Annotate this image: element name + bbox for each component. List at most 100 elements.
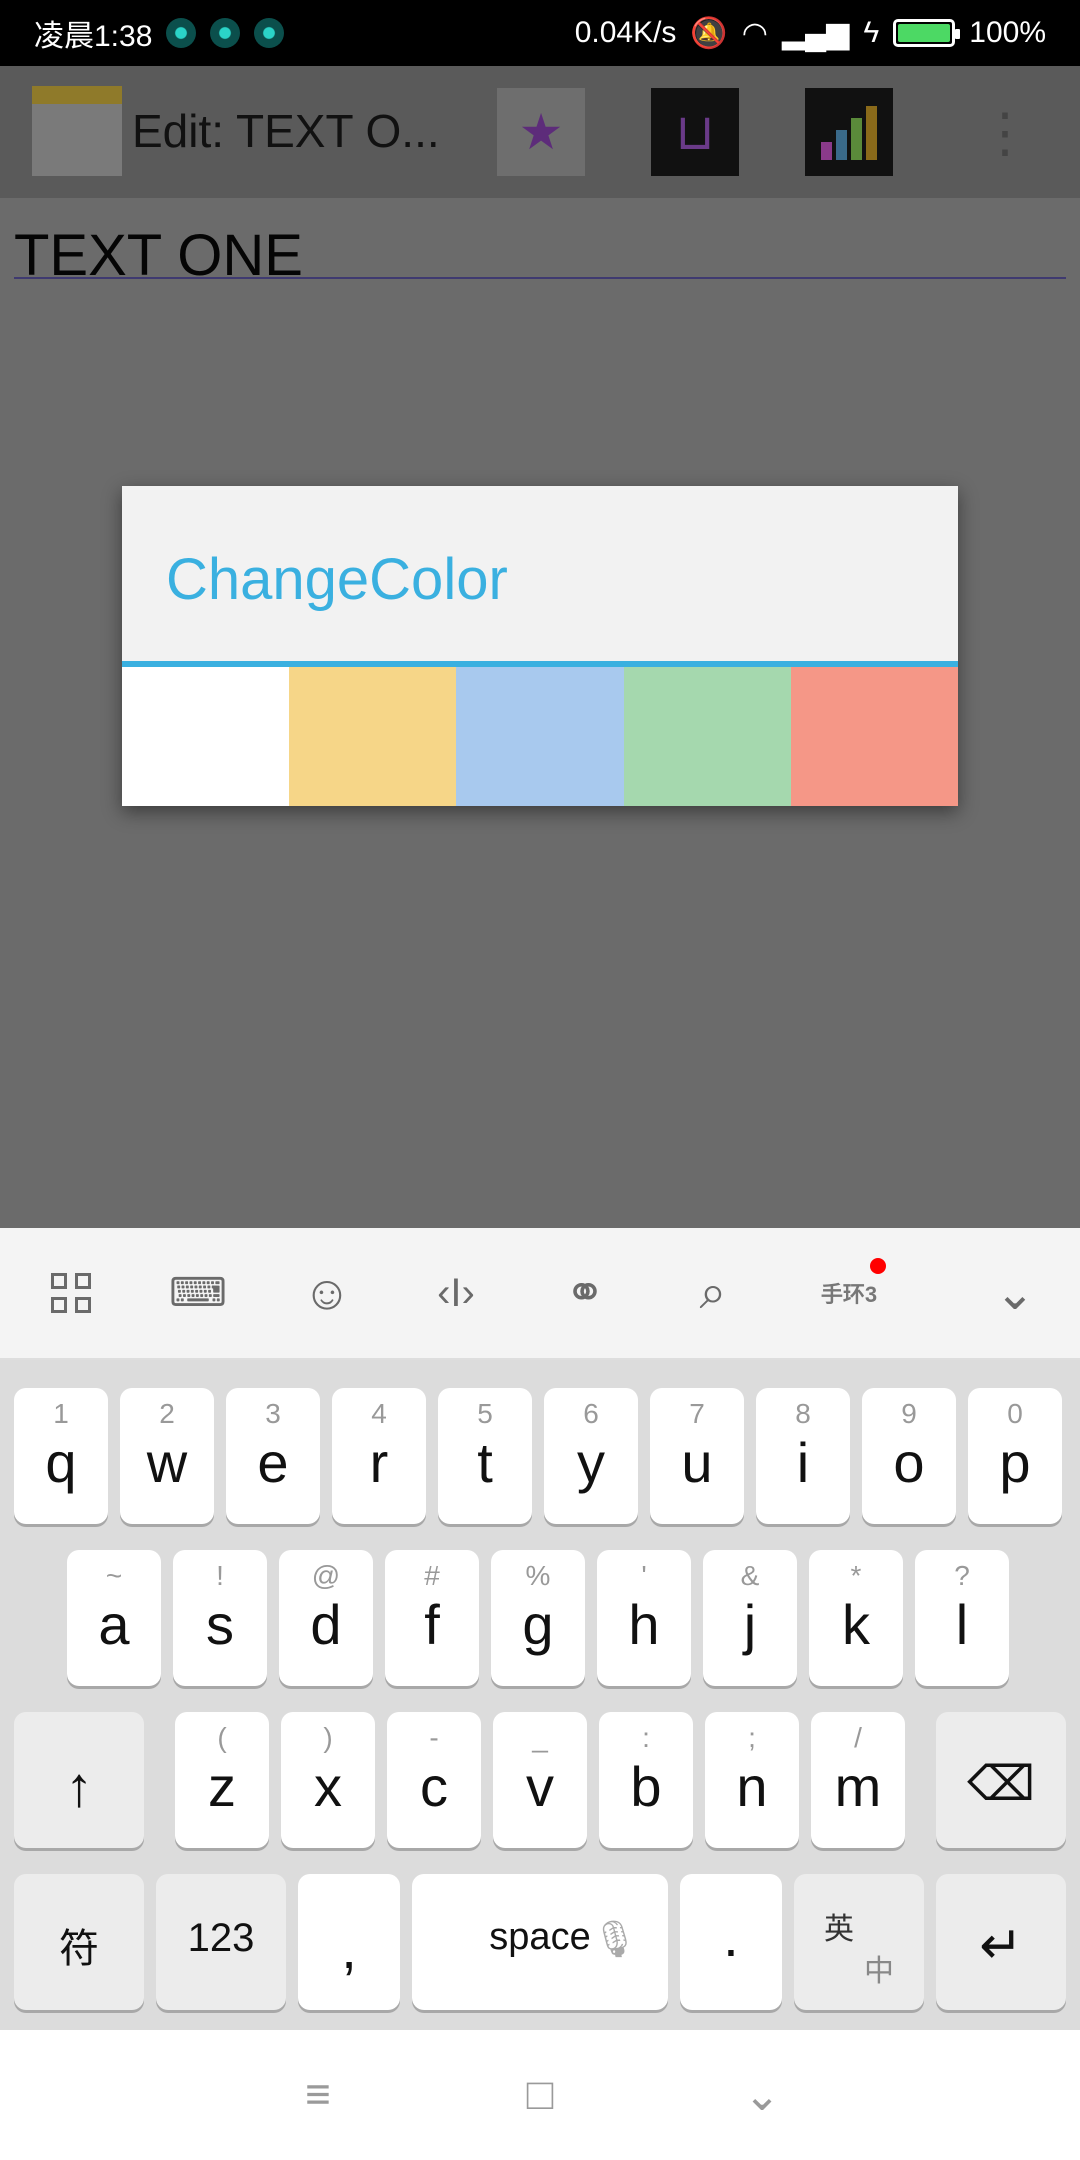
- link-icon[interactable]: ⚭: [550, 1258, 620, 1328]
- back-icon[interactable]: ⌄: [732, 2070, 792, 2120]
- space-key[interactable]: space 🎙: [412, 1874, 668, 2010]
- key-hint: 1: [53, 1398, 69, 1429]
- key-p[interactable]: 0p: [968, 1388, 1062, 1524]
- key-b[interactable]: :b: [599, 1712, 693, 1848]
- microphone-icon: 🎙: [592, 1918, 638, 1959]
- input-underline: [14, 277, 1066, 279]
- screen: 凌晨1:38 0.04K/s 🔕 ◠ ▂▄▆ ϟ 100% Edit: TEXT…: [0, 0, 1080, 2160]
- lang-top-label: 英: [824, 1913, 854, 1946]
- key-hint: 5: [477, 1398, 493, 1429]
- keyboard-icon[interactable]: ⌨: [163, 1258, 233, 1328]
- key-e[interactable]: 3e: [226, 1388, 320, 1524]
- shift-key[interactable]: ↑: [14, 1712, 144, 1848]
- key-q[interactable]: 1q: [14, 1388, 108, 1524]
- symbols-key[interactable]: 符: [14, 1874, 144, 2010]
- key-label: o: [893, 1431, 925, 1494]
- color-swatch-green[interactable]: [623, 667, 791, 806]
- language-switch-key[interactable]: 英 中: [794, 1874, 924, 2010]
- key-v[interactable]: _ v: [493, 1712, 587, 1848]
- notification-icon: [210, 18, 241, 48]
- collapse-icon[interactable]: ⌄: [980, 1258, 1050, 1328]
- key-f[interactable]: # f: [385, 1550, 479, 1686]
- key-n[interactable]: ; n: [705, 1712, 799, 1848]
- key-hint: ?: [954, 1560, 970, 1591]
- key-y[interactable]: 6y: [544, 1388, 638, 1524]
- key-i[interactable]: 8i: [756, 1388, 850, 1524]
- app-toolbar: Edit: TEXT O... ★ ⊔ ⋮: [0, 66, 1080, 198]
- key-label: g: [522, 1593, 554, 1656]
- key-label: c: [420, 1755, 448, 1818]
- home-icon[interactable]: □: [510, 2070, 570, 2120]
- key-hint: 4: [371, 1398, 387, 1429]
- key-label: s: [206, 1593, 234, 1656]
- key-label: y: [577, 1431, 605, 1494]
- key-hint: *: [850, 1560, 862, 1591]
- key-label: b: [630, 1755, 662, 1818]
- key-hint: ': [641, 1560, 647, 1591]
- key-j[interactable]: & j: [703, 1550, 797, 1686]
- bar-chart-icon[interactable]: [805, 88, 893, 176]
- key-label: w: [146, 1431, 188, 1494]
- key-label: q: [45, 1431, 77, 1494]
- comma-key[interactable]: ,: [298, 1874, 400, 2010]
- key-label: f: [424, 1593, 440, 1656]
- notification-icon: [254, 18, 285, 48]
- key-s[interactable]: ! s: [173, 1550, 267, 1686]
- key-z[interactable]: (z: [175, 1712, 269, 1848]
- overflow-menu-icon[interactable]: ⋮: [978, 88, 1032, 176]
- emoji-icon[interactable]: ☺: [292, 1258, 362, 1328]
- backspace-key[interactable]: ⌫: [936, 1712, 1066, 1848]
- key-hint: %: [525, 1560, 551, 1591]
- key-hint: #: [424, 1560, 440, 1591]
- lang-bottom-label: 中: [864, 1955, 894, 1988]
- key-hint: 9: [901, 1398, 917, 1429]
- color-swatch-white[interactable]: [122, 667, 290, 806]
- key-label: p: [999, 1431, 1031, 1494]
- band-icon[interactable]: 手环3: [814, 1258, 886, 1328]
- numbers-key[interactable]: 123: [156, 1874, 286, 2010]
- key-m[interactable]: / m: [811, 1712, 905, 1848]
- key-l[interactable]: ? l: [915, 1550, 1009, 1686]
- key-t[interactable]: 5t: [438, 1388, 532, 1524]
- key-h[interactable]: ' h: [597, 1550, 691, 1686]
- cursor-icon[interactable]: ‹I›: [421, 1258, 491, 1328]
- period-key[interactable]: ·: [680, 1874, 782, 2010]
- color-swatch-yellow[interactable]: [289, 667, 457, 806]
- key-label: a: [98, 1593, 130, 1656]
- battery-icon: [893, 19, 961, 47]
- key-hint: -: [429, 1722, 439, 1753]
- key-label: t: [477, 1431, 493, 1494]
- color-swatch-salmon[interactable]: [790, 667, 959, 806]
- key-g[interactable]: % g: [491, 1550, 585, 1686]
- note-icon[interactable]: [32, 86, 122, 176]
- keyboard-toolbar: ⌨ ☺ ‹I› ⚭ ⌕ 手环3 ⌄: [0, 1228, 1080, 1360]
- key-hint: &: [740, 1560, 760, 1591]
- bar-chart-glyph: [821, 104, 877, 160]
- key-label: r: [369, 1431, 389, 1494]
- search-icon[interactable]: ⌕: [678, 1258, 748, 1328]
- key-a[interactable]: ~ a: [67, 1550, 161, 1686]
- notification-dot: [870, 1258, 886, 1274]
- menu-icon[interactable]: ≡: [288, 2070, 348, 2120]
- key-r[interactable]: 4r: [332, 1388, 426, 1524]
- key-hint: 0: [1007, 1398, 1023, 1429]
- key-x[interactable]: ) x: [281, 1712, 375, 1848]
- basket-icon[interactable]: ⊔: [651, 88, 739, 176]
- charging-icon: ϟ: [863, 16, 880, 49]
- status-time: 凌晨1:38: [34, 20, 153, 53]
- key-d[interactable]: @ d: [279, 1550, 373, 1686]
- key-o[interactable]: 9o: [862, 1388, 956, 1524]
- key-k[interactable]: * k: [809, 1550, 903, 1686]
- navigation-bar: ≡ □ ⌄: [0, 2030, 1080, 2160]
- key-w[interactable]: 2w: [120, 1388, 214, 1524]
- key-u[interactable]: 7u: [650, 1388, 744, 1524]
- bar-chart-glyph-bar: [866, 106, 877, 160]
- key-label: j: [743, 1593, 757, 1656]
- key-label: z: [208, 1755, 236, 1818]
- page-title: Edit: TEXT O...: [132, 105, 440, 157]
- apps-grid-icon[interactable]: [36, 1258, 106, 1328]
- enter-key[interactable]: ↵: [936, 1874, 1066, 2010]
- bookmark-star-icon[interactable]: ★: [497, 88, 585, 176]
- key-c[interactable]: -c: [387, 1712, 481, 1848]
- color-swatch-blue[interactable]: [456, 667, 624, 806]
